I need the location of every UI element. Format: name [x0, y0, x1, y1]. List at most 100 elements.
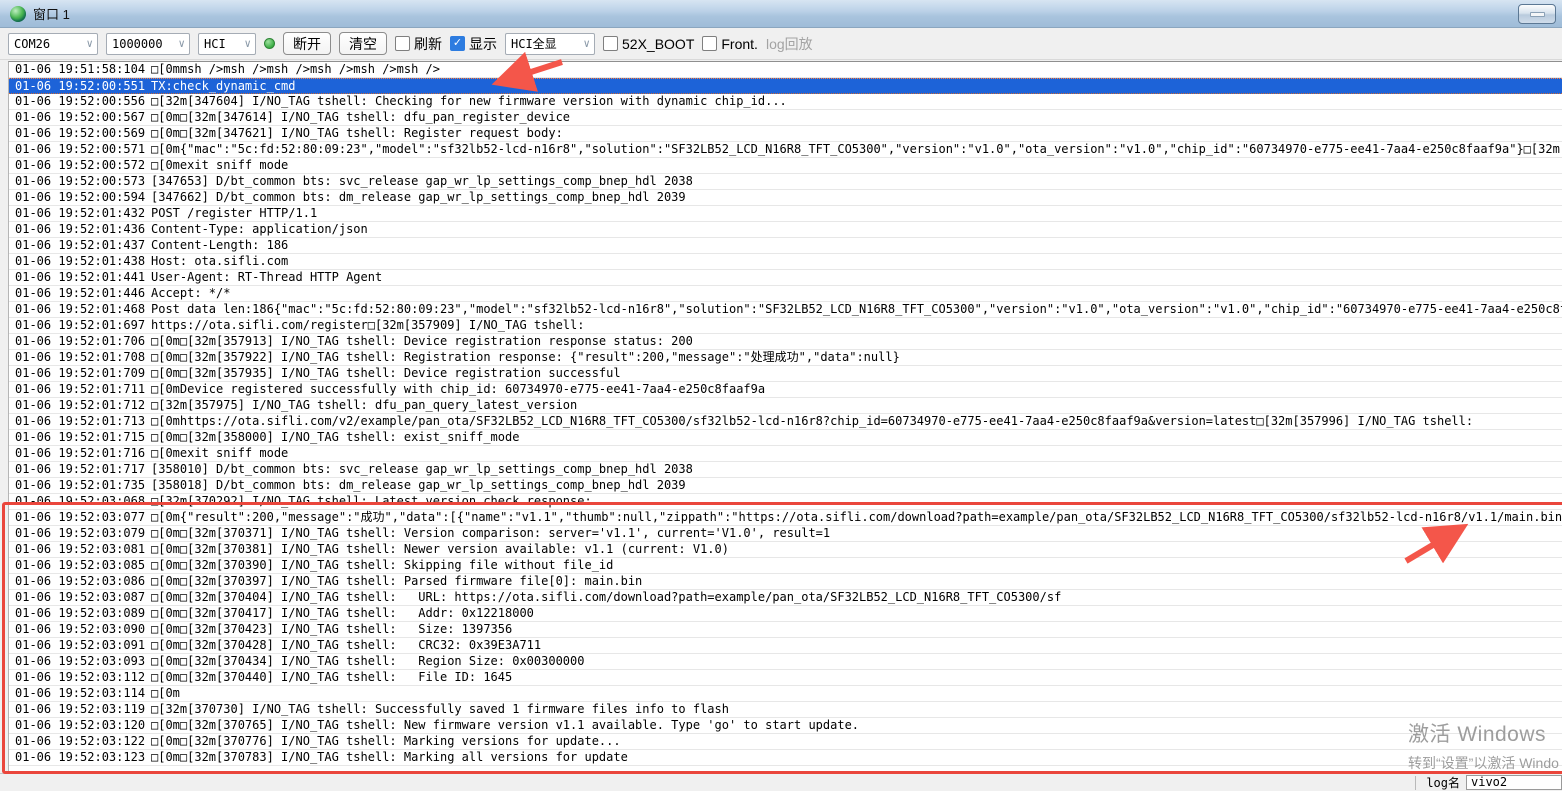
baud-rate-select[interactable]: 1000000 ∨: [106, 33, 190, 55]
log-name-field[interactable]: vivo2: [1466, 775, 1562, 790]
log-message: Accept: */*: [151, 286, 230, 300]
disconnect-button[interactable]: 断开: [283, 32, 331, 55]
log-message: □[0m□[32m[370404] I/NO_TAG tshell: URL: …: [151, 590, 1061, 604]
log-row[interactable]: 01-06 19:52:00:567□[0m□[32m[347614] I/NO…: [9, 110, 1562, 126]
log-row[interactable]: 01-06 19:52:01:715□[0m□[32m[358000] I/NO…: [9, 430, 1562, 446]
com-port-select[interactable]: COM26 ∨: [8, 33, 98, 55]
log-row[interactable]: 01-06 19:52:03:091□[0m□[32m[370428] I/NO…: [9, 638, 1562, 654]
log-message: Post data len:186{"mac":"5c:fd:52:80:09:…: [151, 302, 1562, 316]
log-row[interactable]: 01-06 19:52:00:569□[0m□[32m[347621] I/NO…: [9, 126, 1562, 142]
log-row[interactable]: 01-06 19:51:58:104□[0mmsh />msh />msh />…: [9, 62, 1562, 78]
log-row[interactable]: 01-06 19:52:03:114□[0m: [9, 686, 1562, 702]
log-row[interactable]: 01-06 19:52:03:093□[0m□[32m[370434] I/NO…: [9, 654, 1562, 670]
log-row[interactable]: 01-06 19:52:03:068□[32m[370292] I/NO_TAG…: [9, 494, 1562, 510]
log-timestamp: 01-06 19:52:03:079: [15, 526, 151, 541]
log-row[interactable]: 01-06 19:52:03:081□[0m□[32m[370381] I/NO…: [9, 542, 1562, 558]
log-panel[interactable]: 01-06 19:51:58:104□[0mmsh />msh />msh />…: [8, 61, 1562, 771]
log-row[interactable]: 01-06 19:52:03:090□[0m□[32m[370423] I/NO…: [9, 622, 1562, 638]
log-timestamp: 01-06 19:52:03:089: [15, 606, 151, 621]
log-row[interactable]: 01-06 19:52:00:571□[0m{"mac":"5c:fd:52:8…: [9, 142, 1562, 158]
log-row[interactable]: 01-06 19:52:01:432POST /register HTTP/1.…: [9, 206, 1562, 222]
log-row[interactable]: 01-06 19:52:00:551TX:check_dynamic_cmd: [9, 78, 1562, 94]
log-rows: 01-06 19:51:58:104□[0mmsh />msh />msh />…: [9, 62, 1562, 766]
log-timestamp: 01-06 19:52:01:716: [15, 446, 151, 461]
log-timestamp: 01-06 19:52:03:122: [15, 734, 151, 749]
chevron-down-icon: ∨: [244, 37, 251, 50]
log-timestamp: 01-06 19:52:03:112: [15, 670, 151, 685]
baud-rate-value: 1000000: [112, 37, 163, 51]
log-timestamp: 01-06 19:52:00:567: [15, 110, 151, 125]
log-row[interactable]: 01-06 19:52:00:573[347653] D/bt_common b…: [9, 174, 1562, 190]
log-message: □[0mDevice registered successfully with …: [151, 382, 765, 396]
minimize-button[interactable]: [1518, 4, 1556, 24]
log-row[interactable]: 01-06 19:52:01:711□[0mDevice registered …: [9, 382, 1562, 398]
log-timestamp: 01-06 19:52:01:709: [15, 366, 151, 381]
log-row[interactable]: 01-06 19:52:01:446Accept: */*: [9, 286, 1562, 302]
checkbox-checked-icon: [450, 36, 465, 51]
log-row[interactable]: 01-06 19:52:03:087□[0m□[32m[370404] I/NO…: [9, 590, 1562, 606]
log-row[interactable]: 01-06 19:52:03:085□[0m□[32m[370390] I/NO…: [9, 558, 1562, 574]
log-timestamp: 01-06 19:52:03:068: [15, 494, 151, 509]
log-row[interactable]: 01-06 19:52:01:709□[0m□[32m[357935] I/NO…: [9, 366, 1562, 382]
log-timestamp: 01-06 19:51:58:104: [15, 62, 151, 77]
log-row[interactable]: 01-06 19:52:03:077□[0m{"result":200,"mes…: [9, 510, 1562, 526]
log-row[interactable]: 01-06 19:52:00:556□[32m[347604] I/NO_TAG…: [9, 94, 1562, 110]
log-row[interactable]: 01-06 19:52:01:706□[0m□[32m[357913] I/NO…: [9, 334, 1562, 350]
front-label: Front.: [721, 36, 758, 52]
refresh-label: 刷新: [414, 34, 442, 54]
log-message: □[32m[357975] I/NO_TAG tshell: dfu_pan_q…: [151, 398, 577, 412]
log-timestamp: 01-06 19:52:01:706: [15, 334, 151, 349]
app-icon: [10, 6, 26, 22]
log-row[interactable]: 01-06 19:52:03:123□[0m□[32m[370783] I/NO…: [9, 750, 1562, 766]
log-timestamp: 01-06 19:52:01:441: [15, 270, 151, 285]
log-timestamp: 01-06 19:52:01:712: [15, 398, 151, 413]
log-row[interactable]: 01-06 19:52:01:437Content-Length: 186: [9, 238, 1562, 254]
protocol-select[interactable]: HCI ∨: [198, 33, 256, 55]
log-message: [358018] D/bt_common bts: dm_release gap…: [151, 478, 686, 492]
log-row[interactable]: 01-06 19:52:03:079□[0m□[32m[370371] I/NO…: [9, 526, 1562, 542]
log-message: □[0m□[32m[370390] I/NO_TAG tshell: Skipp…: [151, 558, 613, 572]
log-row[interactable]: 01-06 19:52:03:089□[0m□[32m[370417] I/NO…: [9, 606, 1562, 622]
log-timestamp: 01-06 19:52:00:569: [15, 126, 151, 141]
log-row[interactable]: 01-06 19:52:01:468Post data len:186{"mac…: [9, 302, 1562, 318]
log-row[interactable]: 01-06 19:52:00:572□[0mexit sniff mode: [9, 158, 1562, 174]
log-row[interactable]: 01-06 19:52:01:697https://ota.sifli.com/…: [9, 318, 1562, 334]
log-timestamp: 01-06 19:52:01:432: [15, 206, 151, 221]
52x-boot-checkbox[interactable]: 52X_BOOT: [603, 36, 694, 52]
log-message: [358010] D/bt_common bts: svc_release ga…: [151, 462, 693, 476]
clear-button[interactable]: 清空: [339, 32, 387, 55]
log-replay-button[interactable]: log回放: [766, 34, 813, 54]
log-message: https://ota.sifli.com/register□[32m[3579…: [151, 318, 584, 332]
log-row[interactable]: 01-06 19:52:03:122□[0m□[32m[370776] I/NO…: [9, 734, 1562, 750]
log-timestamp: 01-06 19:52:01:713: [15, 414, 151, 429]
log-row[interactable]: 01-06 19:52:03:120□[0m□[32m[370765] I/NO…: [9, 718, 1562, 734]
checkbox-unchecked-icon: [603, 36, 618, 51]
log-row[interactable]: 01-06 19:52:01:438Host: ota.sifli.com: [9, 254, 1562, 270]
log-row[interactable]: 01-06 19:52:03:119□[32m[370730] I/NO_TAG…: [9, 702, 1562, 718]
log-row[interactable]: 01-06 19:52:00:594[347662] D/bt_common b…: [9, 190, 1562, 206]
log-row[interactable]: 01-06 19:52:01:708□[0m□[32m[357922] I/NO…: [9, 350, 1562, 366]
log-timestamp: 01-06 19:52:00:551: [15, 79, 151, 94]
log-timestamp: 01-06 19:52:01:708: [15, 350, 151, 365]
refresh-checkbox[interactable]: 刷新: [395, 34, 442, 54]
log-row[interactable]: 01-06 19:52:01:735[358018] D/bt_common b…: [9, 478, 1562, 494]
log-row[interactable]: 01-06 19:52:01:712□[32m[357975] I/NO_TAG…: [9, 398, 1562, 414]
display-checkbox[interactable]: 显示: [450, 34, 497, 54]
log-row[interactable]: 01-06 19:52:01:717[358010] D/bt_common b…: [9, 462, 1562, 478]
log-timestamp: 01-06 19:52:03:123: [15, 750, 151, 765]
hci-display-value: HCI全显: [511, 35, 557, 52]
log-row[interactable]: 01-06 19:52:01:716□[0mexit sniff mode: [9, 446, 1562, 462]
log-row[interactable]: 01-06 19:52:01:441User-Agent: RT-Thread …: [9, 270, 1562, 286]
log-message: □[0m□[32m[370776] I/NO_TAG tshell: Marki…: [151, 734, 621, 748]
log-row[interactable]: 01-06 19:52:03:112□[0m□[32m[370440] I/NO…: [9, 670, 1562, 686]
log-message: Content-Type: application/json: [151, 222, 368, 236]
log-message: □[0mhttps://ota.sifli.com/v2/example/pan…: [151, 414, 1473, 428]
hci-display-select[interactable]: HCI全显 ∨: [505, 33, 595, 55]
status-bar: log名 vivo2: [0, 773, 1562, 791]
log-row[interactable]: 01-06 19:52:03:086□[0m□[32m[370397] I/NO…: [9, 574, 1562, 590]
log-name-label: log名: [1426, 774, 1460, 791]
log-row[interactable]: 01-06 19:52:01:713□[0mhttps://ota.sifli.…: [9, 414, 1562, 430]
log-row[interactable]: 01-06 19:52:01:436Content-Type: applicat…: [9, 222, 1562, 238]
front-checkbox[interactable]: Front.: [702, 36, 758, 52]
log-message: □[0m{"result":200,"message":"成功","data":…: [151, 510, 1562, 524]
